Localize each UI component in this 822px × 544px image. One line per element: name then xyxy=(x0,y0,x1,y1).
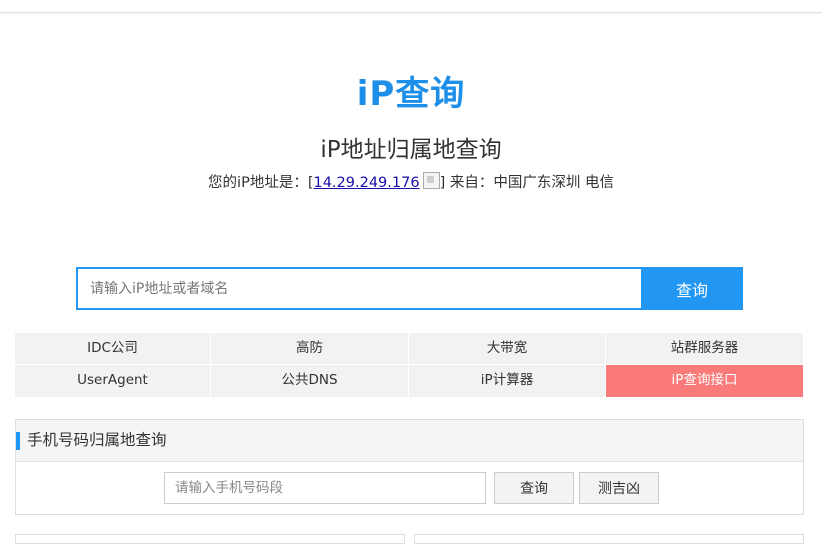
ip-location-label: ] 来自：中国广东深圳 电信 xyxy=(439,175,614,191)
bottom-panel-left xyxy=(15,534,405,544)
phone-panel-header: 手机号码归属地查询 xyxy=(16,420,803,462)
nav-item-idc-company[interactable]: IDC公司 xyxy=(15,333,211,365)
page-title: iP地址归属地查询 xyxy=(320,137,502,163)
quick-links-grid: IDC公司 高防 大带宽 站群服务器 UserAgent 公共DNS iP计算器… xyxy=(15,333,804,398)
nav-item-site-group-server[interactable]: 站群服务器 xyxy=(606,333,804,365)
phone-fortune-button[interactable]: 测吉凶 xyxy=(579,472,659,504)
nav-item-ddos-protection[interactable]: 高防 xyxy=(211,333,409,365)
current-ip-link[interactable]: 14.29.249.176 xyxy=(313,175,419,191)
nav-item-ip-calculator[interactable]: iP计算器 xyxy=(409,365,606,398)
nav-item-public-dns[interactable]: 公共DNS xyxy=(211,365,409,398)
ip-prefix-label: 您的iP地址是：[ xyxy=(208,175,314,191)
ip-search-button[interactable]: 查询 xyxy=(641,267,743,310)
bottom-panel-right xyxy=(414,534,804,544)
nav-item-high-bandwidth[interactable]: 大带宽 xyxy=(409,333,606,365)
phone-lookup-panel: 手机号码归属地查询 查询 测吉凶 xyxy=(15,419,804,515)
nav-item-useragent[interactable]: UserAgent xyxy=(15,365,211,398)
site-logo[interactable]: iP查询 xyxy=(0,72,822,116)
nav-item-ip-query-api[interactable]: iP查询接口 xyxy=(606,365,804,398)
broken-image-icon xyxy=(422,172,440,189)
phone-panel-title: 手机号码归属地查询 xyxy=(27,431,167,449)
top-bar xyxy=(0,0,822,13)
ip-search-form: 查询 xyxy=(76,267,743,310)
current-ip-info: 您的iP地址是：[14.29.249.176 ] 来自：中国广东深圳 电信 xyxy=(0,172,822,193)
phone-query-button[interactable]: 查询 xyxy=(494,472,574,504)
ip-search-input[interactable] xyxy=(76,267,641,310)
phone-number-input[interactable] xyxy=(164,472,486,504)
